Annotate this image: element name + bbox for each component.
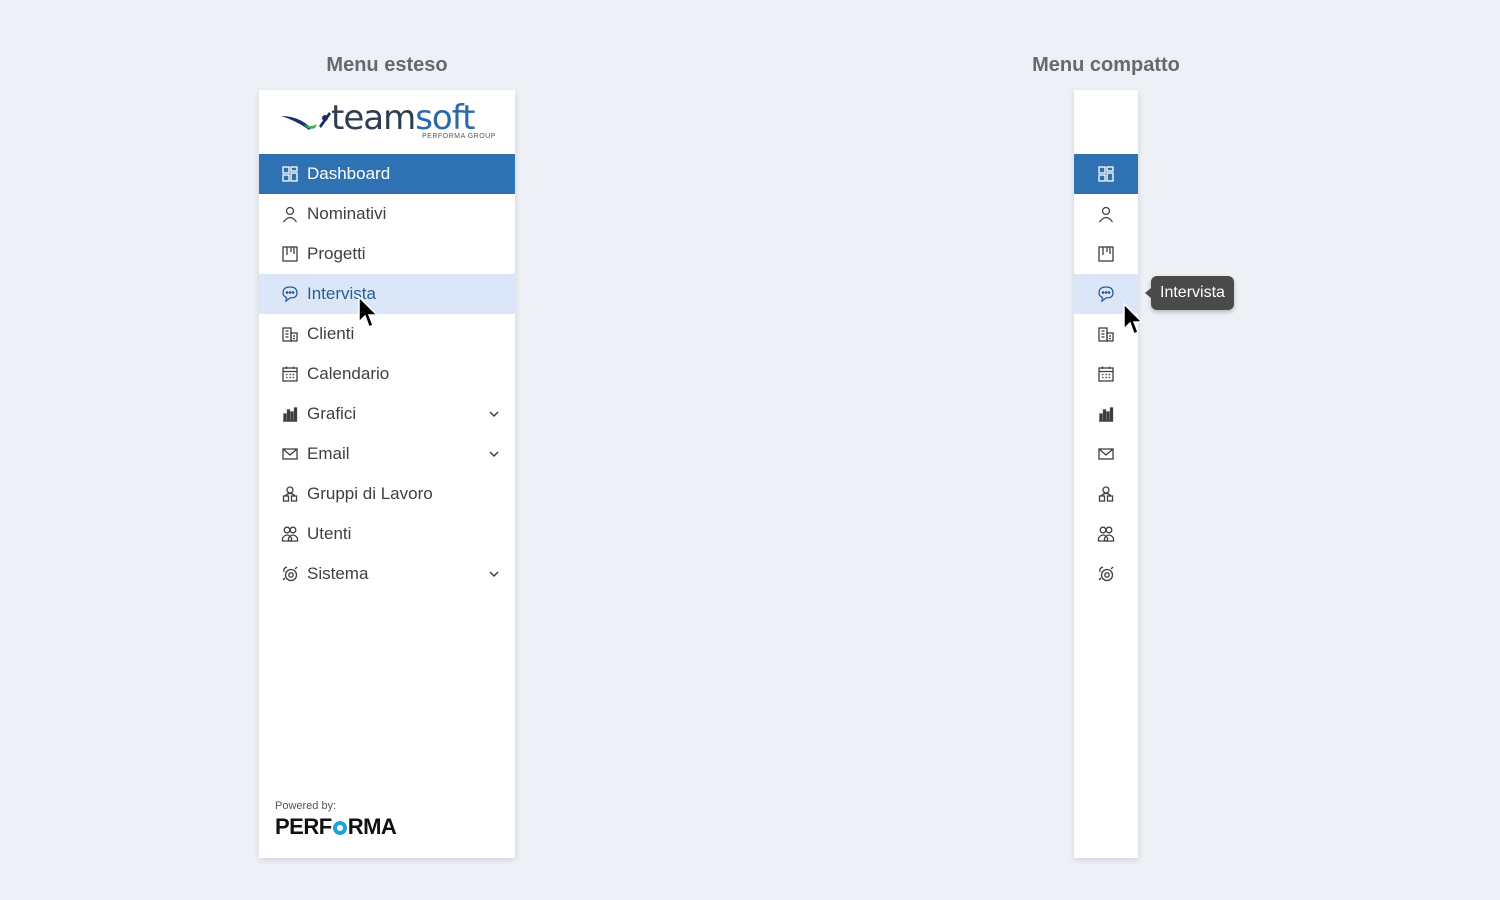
bar-chart-icon <box>281 405 299 423</box>
sidebar-item-label: Progetti <box>307 244 366 263</box>
sidebar-item-label: Nominativi <box>307 204 387 223</box>
teamsoft-logo: teamsoft PERFORMA GROUP <box>259 90 515 154</box>
bar-chart-icon <box>283 407 298 422</box>
envelope-icon <box>281 445 299 463</box>
sidebar-item-email[interactable]: Email <box>259 434 515 474</box>
expanded-menu-title: Menu esteso <box>326 54 448 76</box>
logo-wordmark: teamsoft <box>331 98 475 138</box>
sidebar-item-label: Clienti <box>307 324 355 343</box>
sidebar-item-progetti[interactable]: Progetti <box>259 234 515 274</box>
work-group-icon <box>281 485 299 503</box>
gears-icon <box>1098 566 1114 582</box>
teamsoft-logo-mark-icon <box>281 112 331 130</box>
compact-item-progetti[interactable] <box>1074 234 1138 274</box>
expanded-sidebar: teamsoft PERFORMA GROUP Dashboard Nominat… <box>259 90 515 858</box>
chat-icon <box>1098 286 1114 303</box>
sidebar-item-grafici[interactable]: Grafici <box>259 394 515 434</box>
user-icon <box>1098 206 1114 223</box>
performa-logo: PERF RMA <box>275 814 397 839</box>
building-icon <box>282 327 298 342</box>
performa-o-icon <box>332 821 347 835</box>
chevron-down-icon[interactable] <box>487 407 501 421</box>
compact-menu-title: Menu compatto <box>1032 54 1180 76</box>
sidebar-item-label: Email <box>307 444 350 463</box>
compact-item-dashboard[interactable] <box>1074 154 1138 194</box>
user-icon <box>281 205 299 223</box>
users-icon <box>281 525 299 543</box>
work-group-icon <box>1098 486 1114 502</box>
sidebar-item-label: Utenti <box>307 524 352 543</box>
sidebar-item-label: Intervista <box>307 284 376 303</box>
tooltip: Intervista <box>1145 276 1234 310</box>
powered-by-label: Powered by: <box>275 800 337 812</box>
powered-by: Powered by: PERF RMA <box>275 800 397 840</box>
sidebar-item-gruppi-di-lavoro[interactable]: Gruppi di Lavoro <box>259 474 515 514</box>
chat-icon <box>281 285 299 303</box>
compact-menu-list <box>1074 154 1138 594</box>
compact-logo-area <box>1074 90 1138 154</box>
sidebar-item-label: Grafici <box>307 404 357 423</box>
compact-item-sistema[interactable] <box>1074 554 1138 594</box>
sidebar-item-calendario[interactable]: Calendario <box>259 354 515 394</box>
compact-item-email[interactable] <box>1074 434 1138 474</box>
bar-chart-icon <box>1099 407 1114 422</box>
building-icon <box>1098 327 1114 342</box>
kanban-icon <box>281 245 299 263</box>
kanban-icon <box>1098 246 1114 262</box>
compact-item-nominativi[interactable] <box>1074 194 1138 234</box>
compact-item-gruppi-di-lavoro[interactable] <box>1074 474 1138 514</box>
mouse-cursor-icon <box>358 296 378 329</box>
chevron-down-icon[interactable] <box>487 447 501 461</box>
sidebar-item-label: Gruppi di Lavoro <box>307 484 433 503</box>
chat-icon <box>282 286 298 303</box>
gears-icon <box>281 565 299 583</box>
calendar-icon <box>282 366 298 382</box>
sidebar-item-clienti[interactable]: Clienti <box>259 314 515 354</box>
mouse-cursor-icon <box>1123 303 1143 336</box>
compact-item-utenti[interactable] <box>1074 514 1138 554</box>
sidebar-item-dashboard[interactable]: Dashboard <box>259 154 515 194</box>
work-group-icon <box>282 486 298 502</box>
sidebar-item-sistema[interactable]: Sistema <box>259 554 515 594</box>
dashboard-icon <box>282 166 298 182</box>
envelope-icon <box>282 448 298 460</box>
logo-subtitle: PERFORMA GROUP <box>422 133 496 140</box>
calendar-icon <box>1098 366 1114 382</box>
sidebar-item-label: Sistema <box>307 564 369 583</box>
sidebar-item-intervista[interactable]: Intervista <box>259 274 515 314</box>
dashboard-icon <box>281 165 299 183</box>
sidebar-item-nominativi[interactable]: Nominativi <box>259 194 515 234</box>
user-icon <box>282 206 298 223</box>
sidebar-item-utenti[interactable]: Utenti <box>259 514 515 554</box>
building-icon <box>281 325 299 343</box>
dashboard-icon <box>1098 166 1114 182</box>
expanded-menu-list: Dashboard Nominativi Progetti Intervista Cli… <box>259 154 515 594</box>
users-icon <box>1097 526 1115 542</box>
sidebar-item-label: Dashboard <box>307 164 391 183</box>
sidebar-item-label: Calendario <box>307 364 390 383</box>
chevron-down-icon[interactable] <box>487 567 501 581</box>
envelope-icon <box>1098 448 1114 460</box>
gears-icon <box>282 566 298 582</box>
calendar-icon <box>281 365 299 383</box>
compact-item-calendario[interactable] <box>1074 354 1138 394</box>
users-icon <box>281 526 299 542</box>
kanban-icon <box>282 246 298 262</box>
compact-item-grafici[interactable] <box>1074 394 1138 434</box>
compact-sidebar <box>1074 90 1138 858</box>
